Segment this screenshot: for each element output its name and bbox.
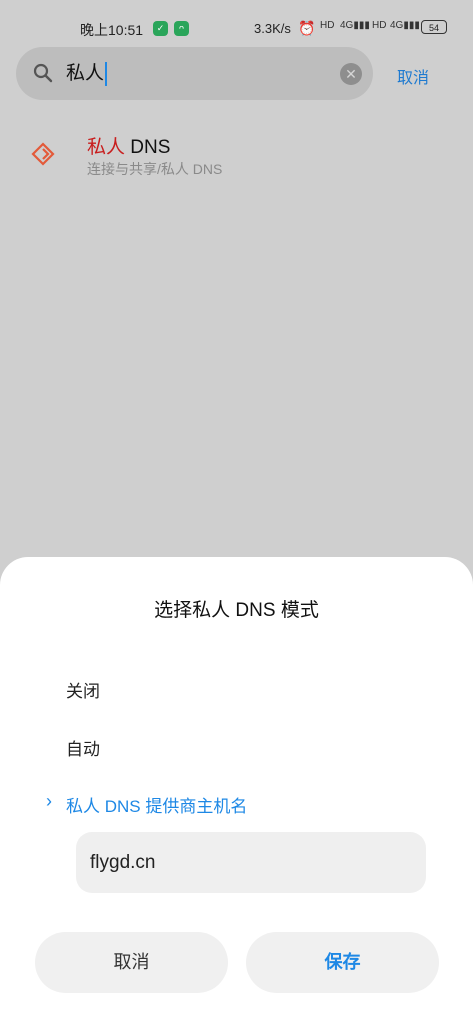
hd-icon: HD xyxy=(320,20,335,31)
chevron-right-icon: › xyxy=(46,791,52,811)
battery-icon: 54 xyxy=(421,20,447,34)
search-box[interactable]: 私人 ✕ xyxy=(16,47,373,100)
result-path: 连接与共享/私人 DNS xyxy=(87,161,223,177)
dns-mode-dialog: 选择私人 DNS 模式 关闭 自动 › 私人 DNS 提供商主机名 flygd.… xyxy=(0,557,473,1024)
search-input[interactable]: 私人 xyxy=(66,47,108,100)
result-title: 私人 DNS xyxy=(87,132,170,159)
text-cursor xyxy=(105,61,108,86)
dialog-title: 选择私人 DNS 模式 xyxy=(154,600,319,621)
alarm-off-icon: ⏰ xyxy=(298,20,316,36)
signal-4g-icon: 4G▮▮▮ xyxy=(340,20,370,31)
app-icon: ᴖ xyxy=(174,21,189,36)
hostname-input[interactable]: flygd.cn xyxy=(76,832,426,893)
cancel-button[interactable]: 取消 xyxy=(35,932,228,993)
option-off[interactable]: 关闭 xyxy=(66,677,100,702)
dns-icon xyxy=(31,142,55,166)
option-auto[interactable]: 自动 xyxy=(66,735,100,760)
cancel-search-button[interactable]: 取消 xyxy=(397,64,429,88)
save-button[interactable]: 保存 xyxy=(246,932,439,993)
status-time: 晚上10:51 xyxy=(80,22,144,38)
hd-icon: HD xyxy=(372,20,387,31)
result-title-highlight: 私人 xyxy=(87,137,126,158)
search-result-item[interactable]: 私人 DNS 连接与共享/私人 DNS xyxy=(0,120,473,192)
option-hostname[interactable]: 私人 DNS 提供商主机名 xyxy=(66,792,247,817)
search-icon xyxy=(33,63,53,83)
clear-icon[interactable]: ✕ xyxy=(340,63,362,85)
shield-app-icon: ✓ xyxy=(153,21,168,36)
network-speed: 3.3K/s xyxy=(254,21,291,36)
result-title-rest: DNS xyxy=(125,137,171,158)
signal-4g-icon: 4G▮▮▮ xyxy=(390,20,420,31)
